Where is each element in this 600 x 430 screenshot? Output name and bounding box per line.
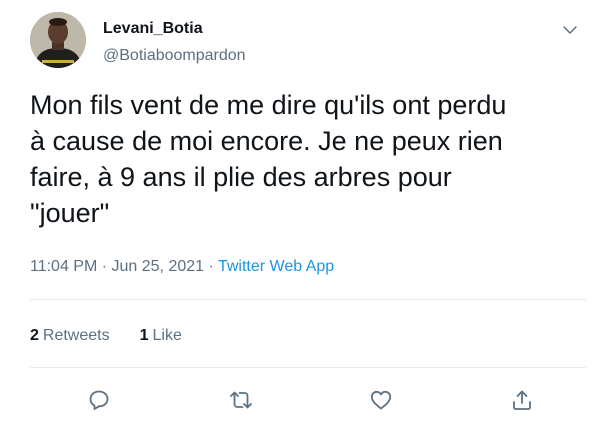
chevron-down-icon (563, 26, 577, 34)
tweet-meta: 11:04 PM · Jun 25, 2021 · Twitter Web Ap… (30, 258, 334, 276)
tweet-stats: 2 Retweets 1 Like (30, 327, 182, 345)
tweet-actions (0, 380, 600, 420)
share-button[interactable] (502, 380, 542, 420)
retweets-label: Retweets (42, 327, 110, 344)
divider (30, 299, 586, 300)
author-handle[interactable]: @Botiaboompardon (103, 47, 246, 65)
reply-button[interactable] (79, 380, 119, 420)
share-icon (513, 390, 531, 410)
meta-separator: · (204, 258, 218, 275)
tweet-date[interactable]: Jun 25, 2021 (112, 258, 205, 275)
tweet-time[interactable]: 11:04 PM (30, 258, 97, 275)
author-display-name[interactable]: Levani_Botia (103, 20, 203, 38)
retweets-count: 2 (30, 327, 39, 344)
tweet-source-link[interactable]: Twitter Web App (218, 258, 334, 275)
heart-icon (370, 390, 392, 410)
like-button[interactable] (361, 380, 401, 420)
avatar-photo (30, 12, 86, 68)
tweet-text: Mon fils vent de me dire qu'ils ont perd… (30, 90, 507, 228)
retweets-stat[interactable]: 2 Retweets (30, 327, 110, 345)
likes-label: Like (152, 327, 182, 344)
avatar[interactable] (30, 12, 86, 68)
retweet-icon (230, 391, 252, 409)
retweet-button[interactable] (221, 380, 261, 420)
more-options-button[interactable] (556, 16, 584, 44)
divider (30, 367, 586, 368)
likes-count: 1 (139, 327, 149, 344)
likes-stat[interactable]: 1 Like (140, 327, 182, 345)
reply-icon (89, 390, 109, 410)
meta-separator: · (97, 258, 112, 275)
